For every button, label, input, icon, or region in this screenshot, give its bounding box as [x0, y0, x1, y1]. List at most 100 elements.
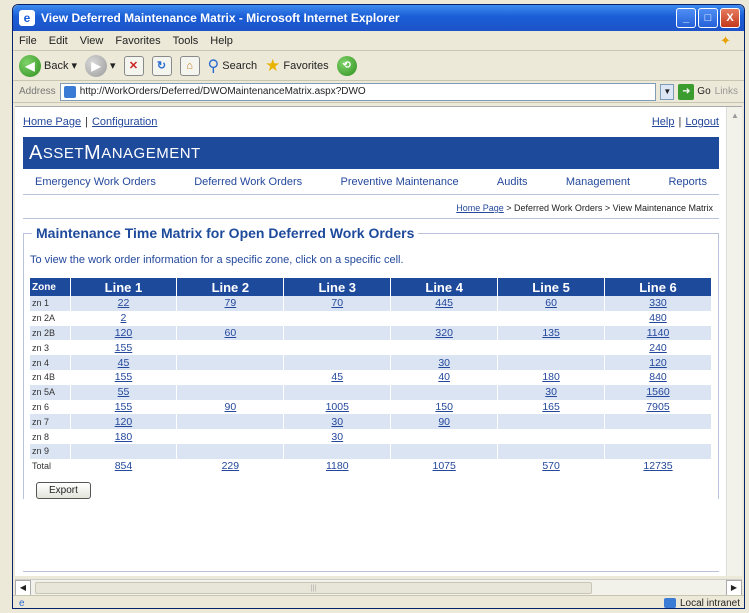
matrix-cell-link[interactable]: 240 [649, 342, 667, 354]
forward-button[interactable]: ▶ ▾ [85, 54, 116, 77]
scroll-thumb[interactable]: ||| [35, 582, 592, 594]
help-link[interactable]: Help [652, 116, 675, 128]
matrix-cell-link[interactable]: 30 [545, 386, 557, 398]
matrix-cell-link[interactable]: 1005 [326, 401, 349, 413]
links-label[interactable]: Links [715, 86, 738, 97]
matrix-cell-link[interactable]: 229 [222, 460, 240, 472]
matrix-cell-link[interactable]: 45 [118, 357, 130, 369]
scroll-left-icon[interactable]: ◀ [15, 579, 31, 596]
matrix-cell-link[interactable]: 40 [438, 371, 450, 383]
refresh-icon[interactable]: ↻ [151, 55, 172, 76]
matrix-cell-link[interactable]: 60 [545, 297, 557, 309]
menu-help[interactable]: Help [210, 35, 233, 47]
table-row: zn 1 22 79 70 445 60 330 [30, 296, 712, 311]
matrix-cell: 229 [176, 458, 285, 474]
matrix-cell-link[interactable]: 1140 [647, 327, 670, 339]
favorites-button[interactable]: ★ Favorites [265, 56, 329, 76]
zone-cell: zn 4 [30, 355, 71, 370]
table-row: zn 5A 55 30 1560 [30, 384, 712, 400]
matrix-cell-link[interactable]: 60 [225, 327, 237, 339]
matrix-cell [283, 355, 392, 370]
matrix-cell-link[interactable]: 1075 [432, 460, 455, 472]
matrix-cell-link[interactable]: 45 [331, 371, 343, 383]
matrix-cell-link[interactable]: 70 [331, 297, 343, 309]
matrix-cell-link[interactable]: 90 [225, 401, 237, 413]
logout-link[interactable]: Logout [685, 116, 719, 128]
stop-icon[interactable]: ✕ [123, 55, 144, 76]
history-icon[interactable]: ⟲ [336, 55, 357, 76]
windows-logo-icon: ✦ [720, 33, 731, 48]
table-row: zn 4 45 30 120 [30, 355, 712, 370]
matrix-cell-link[interactable]: 1560 [646, 386, 669, 398]
matrix-cell [390, 310, 499, 326]
vertical-scrollbar[interactable]: ▲ [726, 107, 742, 576]
matrix-cell-link[interactable]: 1180 [326, 460, 349, 472]
back-button[interactable]: ◀ Back ▾ [19, 54, 77, 77]
matrix-cell-link[interactable]: 30 [331, 431, 343, 443]
matrix-cell-link[interactable]: 55 [118, 386, 130, 398]
matrix-cell [176, 369, 285, 385]
status-bar: e Local intranet [13, 595, 744, 608]
horizontal-scrollbar[interactable]: ◀ ||| ▶ [15, 579, 742, 596]
matrix-cell-link[interactable]: 155 [115, 342, 133, 354]
breadcrumb-home-link[interactable]: Home Page [456, 203, 504, 213]
menu-view[interactable]: View [80, 35, 104, 47]
matrix-cell-link[interactable]: 854 [115, 460, 133, 472]
export-button[interactable]: Export [36, 481, 91, 499]
menu-tools[interactable]: Tools [173, 35, 199, 47]
go-button[interactable]: ➜ Go [678, 83, 711, 100]
matrix-cell-link[interactable]: 79 [225, 297, 237, 309]
matrix-cell-link[interactable]: 90 [438, 416, 450, 428]
matrix-cell: 120 [70, 325, 178, 341]
matrix-cell [176, 310, 285, 326]
matrix-cell-link[interactable]: 120 [115, 416, 133, 428]
scroll-up-icon[interactable]: ▲ [727, 107, 742, 123]
favorites-label: Favorites [283, 59, 329, 72]
search-button[interactable]: ⚲ Search [208, 56, 258, 76]
matrix-cell-link[interactable]: 840 [649, 371, 667, 383]
matrix-cell-link[interactable]: 22 [118, 297, 130, 309]
matrix-cell [283, 340, 392, 356]
menu-edit[interactable]: Edit [49, 35, 68, 47]
matrix-cell: 150 [390, 399, 499, 415]
menu-favorites[interactable]: Favorites [115, 35, 160, 47]
matrix-cell-link[interactable]: 445 [435, 297, 453, 309]
matrix-cell-link[interactable]: 480 [649, 312, 667, 324]
matrix-cell: 840 [604, 369, 712, 385]
matrix-cell-link[interactable]: 120 [649, 357, 667, 369]
line-column-header: Line 1 [70, 278, 178, 296]
matrix-cell-link[interactable]: 150 [435, 401, 453, 413]
close-button[interactable]: X [720, 8, 740, 28]
home-icon[interactable]: ⌂ [179, 55, 200, 76]
matrix-cell-link[interactable]: 30 [438, 357, 450, 369]
matrix-cell-link[interactable]: 320 [435, 327, 453, 339]
matrix-cell-link[interactable]: 155 [115, 401, 133, 413]
nav-reports[interactable]: Reports [668, 176, 707, 188]
menu-file[interactable]: File [19, 35, 37, 47]
matrix-cell-link[interactable]: 155 [115, 371, 133, 383]
matrix-cell-link[interactable]: 330 [649, 297, 667, 309]
address-dropdown-icon[interactable]: ▼ [660, 83, 675, 100]
matrix-cell-link[interactable]: 7905 [646, 401, 669, 413]
nav-preventive-maintenance[interactable]: Preventive Maintenance [341, 176, 459, 188]
nav-deferred-work-orders[interactable]: Deferred Work Orders [194, 176, 302, 188]
minimize-button[interactable]: _ [676, 8, 696, 28]
matrix-cell-link[interactable]: 12735 [643, 460, 672, 472]
nav-emergency-work-orders[interactable]: Emergency Work Orders [35, 176, 156, 188]
matrix-cell-link[interactable]: 2 [121, 312, 127, 324]
matrix-cell-link[interactable]: 30 [331, 416, 343, 428]
nav-management[interactable]: Management [566, 176, 630, 188]
title-bar: e View Deferred Maintenance Matrix - Mic… [13, 5, 744, 31]
nav-audits[interactable]: Audits [497, 176, 528, 188]
matrix-cell-link[interactable]: 180 [115, 431, 133, 443]
home-page-link[interactable]: Home Page [23, 116, 81, 128]
configuration-link[interactable]: Configuration [92, 116, 157, 128]
address-input[interactable]: http://WorkOrders/Deferred/DWOMaintenanc… [59, 82, 657, 101]
matrix-cell-link[interactable]: 165 [542, 401, 560, 413]
matrix-cell-link[interactable]: 180 [542, 371, 560, 383]
matrix-cell-link[interactable]: 120 [115, 327, 133, 339]
matrix-cell-link[interactable]: 135 [542, 327, 560, 339]
maximize-button[interactable]: □ [698, 8, 718, 28]
scroll-right-icon[interactable]: ▶ [726, 579, 742, 596]
matrix-cell-link[interactable]: 570 [542, 460, 560, 472]
